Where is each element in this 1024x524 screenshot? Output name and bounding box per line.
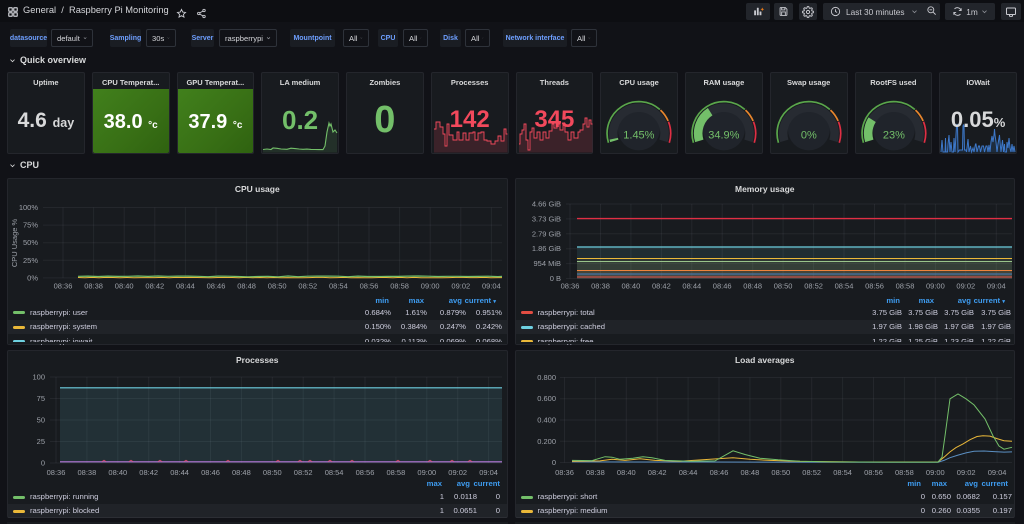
- svg-text:08:50: 08:50: [771, 468, 790, 477]
- svg-text:09:00: 09:00: [926, 468, 945, 477]
- svg-text:0.400: 0.400: [537, 416, 556, 425]
- svg-text:09:04: 09:04: [988, 468, 1007, 477]
- svg-text:08:48: 08:48: [741, 468, 760, 477]
- svg-text:08:36: 08:36: [555, 468, 574, 477]
- svg-text:08:42: 08:42: [648, 468, 667, 477]
- svg-text:0.800: 0.800: [537, 373, 556, 382]
- svg-text:08:38: 08:38: [586, 468, 605, 477]
- svg-text:08:40: 08:40: [617, 468, 636, 477]
- svg-text:0: 0: [552, 458, 556, 467]
- svg-text:08:46: 08:46: [710, 468, 729, 477]
- svg-text:09:02: 09:02: [957, 468, 976, 477]
- svg-text:0.600: 0.600: [537, 394, 556, 403]
- svg-text:08:54: 08:54: [833, 468, 852, 477]
- svg-text:08:56: 08:56: [864, 468, 883, 477]
- svg-text:08:52: 08:52: [802, 468, 821, 477]
- svg-text:08:44: 08:44: [679, 468, 698, 477]
- svg-text:0.200: 0.200: [537, 437, 556, 446]
- svg-text:08:58: 08:58: [895, 468, 914, 477]
